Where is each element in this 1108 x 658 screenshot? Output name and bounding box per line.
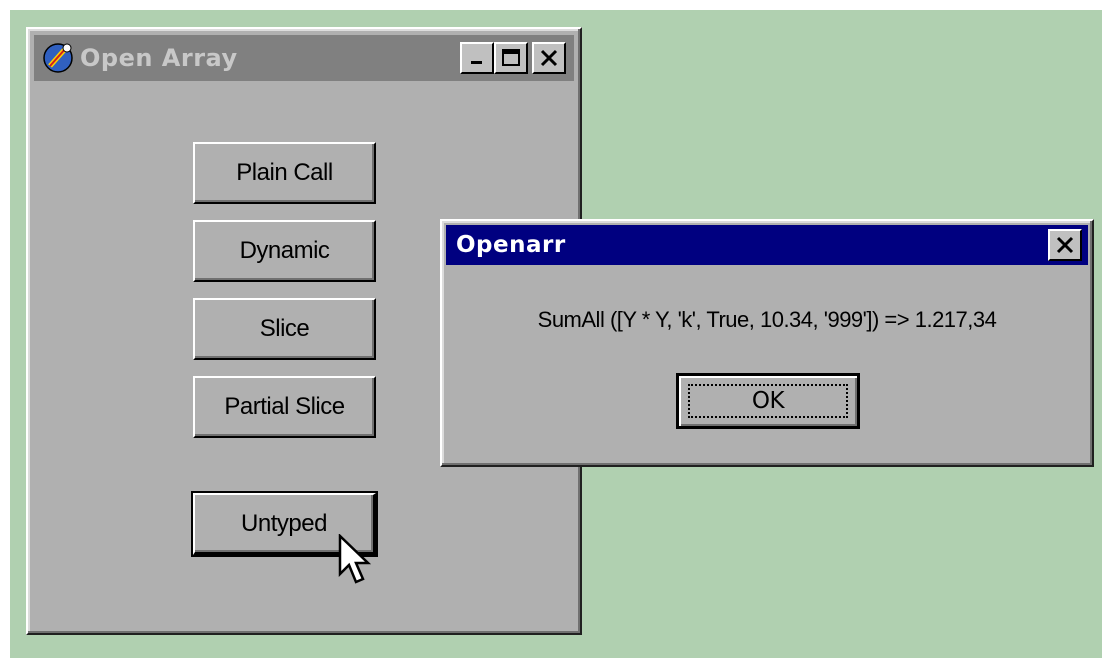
app-icon <box>43 43 73 73</box>
dialog-title-bar[interactable]: Openarr <box>446 225 1088 265</box>
dialog-title: Openarr <box>456 232 566 258</box>
dialog-message: SumAll ([Y * Y, 'k', True, 10.34, '999']… <box>537 307 997 332</box>
dialog-caption-buttons <box>1048 229 1082 261</box>
plain-call-button[interactable]: Plain Call <box>193 142 376 204</box>
ok-button[interactable]: OK <box>676 373 860 429</box>
close-icon <box>1056 236 1074 254</box>
mouse-pointer-icon <box>338 534 372 584</box>
minimize-button[interactable] <box>460 42 494 74</box>
maximize-button[interactable] <box>494 42 528 74</box>
partial-slice-button[interactable]: Partial Slice <box>193 376 376 438</box>
openarr-dialog: Openarr SumAll ([Y * Y, 'k', True, 10.34… <box>440 219 1094 467</box>
dialog-close-button[interactable] <box>1048 229 1082 261</box>
main-title-bar[interactable]: Open Array <box>34 35 574 81</box>
window-title: Open Array <box>80 44 238 72</box>
ok-label: OK <box>751 388 785 414</box>
caption-buttons <box>460 42 566 74</box>
ok-focus-rect: OK <box>688 384 848 418</box>
dynamic-button[interactable]: Dynamic <box>193 220 376 282</box>
slice-button[interactable]: Slice <box>193 298 376 360</box>
minimize-icon <box>471 61 482 64</box>
close-icon <box>540 49 558 67</box>
maximize-icon <box>502 49 520 66</box>
close-button[interactable] <box>532 42 566 74</box>
